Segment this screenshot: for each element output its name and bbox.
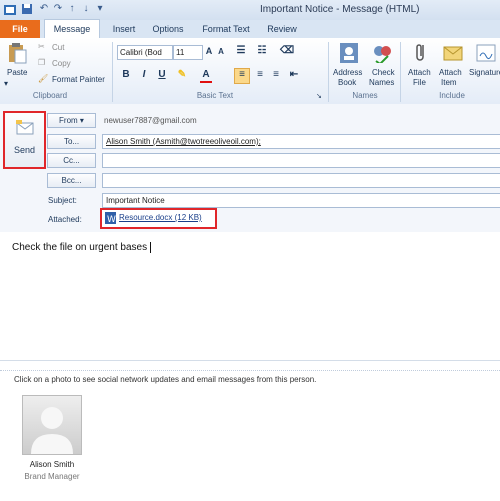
clipboard-group-label: Clipboard bbox=[32, 91, 68, 100]
from-label: From bbox=[59, 116, 78, 125]
paperclip-icon[interactable] bbox=[409, 41, 431, 63]
underline-button[interactable]: U bbox=[156, 69, 168, 81]
signature-icon[interactable] bbox=[474, 41, 496, 63]
numbering-icon[interactable]: ☷ bbox=[256, 45, 268, 57]
align-left-icon[interactable]: ≡ bbox=[234, 68, 250, 84]
person-silhouette-icon bbox=[31, 407, 73, 454]
attached-label: Attached: bbox=[48, 215, 82, 224]
from-value: newuser7887@gmail.com bbox=[104, 116, 197, 125]
cc-button[interactable]: Cc... bbox=[47, 153, 96, 168]
align-right-icon[interactable]: ≡ bbox=[270, 69, 282, 81]
title-bar: ↶ ↷ ↑ ↓ ▾ Important Notice - Message (HT… bbox=[0, 0, 500, 20]
text-cursor bbox=[150, 242, 152, 253]
subject-field[interactable]: Important Notice bbox=[102, 193, 500, 208]
paste-button[interactable]: Paste bbox=[7, 68, 27, 77]
attach-item-label[interactable]: Attach bbox=[439, 68, 462, 77]
body-content: Check the file on urgent bases bbox=[12, 242, 148, 253]
check-names-label[interactable]: Check bbox=[372, 68, 395, 77]
window-title: Important Notice - Message (HTML) bbox=[260, 4, 420, 15]
undo-icon[interactable]: ↶ bbox=[38, 3, 50, 15]
contact-name: Alison Smith bbox=[29, 460, 75, 469]
format-painter-icon: 🖌 bbox=[38, 74, 49, 83]
align-center-icon[interactable]: ≡ bbox=[254, 69, 266, 81]
word-document-icon: W bbox=[105, 212, 116, 224]
tab-insert[interactable]: Insert bbox=[104, 20, 144, 38]
ribbon-separator bbox=[400, 42, 401, 102]
body-text: Check the file on urgent bases bbox=[12, 242, 152, 253]
attach-file-label-2[interactable]: File bbox=[413, 78, 426, 87]
include-group-label: Include bbox=[439, 91, 465, 100]
cc-field[interactable] bbox=[102, 153, 500, 168]
up-arrow-icon[interactable]: ↑ bbox=[66, 3, 78, 15]
copy-button[interactable]: Copy bbox=[52, 59, 71, 68]
paste-icon[interactable] bbox=[6, 42, 28, 64]
ribbon-separator bbox=[328, 42, 329, 102]
bcc-button[interactable]: Bcc... bbox=[47, 173, 96, 188]
to-button[interactable]: To... bbox=[47, 134, 96, 149]
bullets-icon[interactable]: ☰ bbox=[235, 45, 247, 57]
people-pane-splitter[interactable] bbox=[0, 362, 500, 371]
grow-font-icon[interactable]: A bbox=[203, 45, 215, 57]
attach-item-label-2[interactable]: Item bbox=[441, 78, 457, 87]
names-group-label: Names bbox=[352, 91, 378, 100]
font-size-combo[interactable]: 11 bbox=[173, 45, 203, 60]
clear-formatting-icon[interactable]: ⌫ bbox=[280, 45, 294, 57]
send-envelope-icon bbox=[16, 120, 34, 135]
tab-message[interactable]: Message bbox=[44, 19, 100, 39]
bold-button[interactable]: B bbox=[120, 69, 132, 81]
scissors-icon: ✂ bbox=[38, 42, 45, 51]
attach-file-label[interactable]: Attach bbox=[408, 68, 431, 77]
save-icon[interactable] bbox=[21, 3, 33, 15]
ribbon-separator bbox=[112, 42, 113, 102]
bcc-field[interactable] bbox=[102, 173, 500, 188]
send-label: Send bbox=[13, 145, 36, 155]
contact-title: Brand Manager bbox=[24, 472, 80, 481]
format-painter-button[interactable]: Format Painter bbox=[52, 75, 105, 84]
from-button[interactable]: From ▾ bbox=[47, 113, 96, 128]
font-color-button[interactable]: A bbox=[200, 69, 212, 83]
check-names-icon[interactable] bbox=[370, 41, 392, 63]
people-pane-hint: Click on a photo to see social network u… bbox=[14, 375, 317, 384]
basic-text-group-label: Basic Text bbox=[196, 91, 234, 100]
to-field[interactable]: Alison Smith (Asmith@twotreeoliveoil.com… bbox=[102, 134, 500, 149]
tab-format-text[interactable]: Format Text bbox=[196, 20, 256, 38]
paste-dropdown-icon[interactable]: ▾ bbox=[4, 79, 8, 88]
attachment-item[interactable]: W Resource.docx (12 KB) bbox=[100, 208, 217, 229]
cut-button[interactable]: Cut bbox=[52, 43, 64, 52]
highlight-icon[interactable]: ✎ bbox=[176, 69, 188, 81]
tab-file[interactable]: File bbox=[0, 20, 40, 38]
copy-icon: ❐ bbox=[38, 58, 46, 67]
italic-button[interactable]: I bbox=[138, 69, 150, 81]
indent-icon[interactable]: ⇤ bbox=[288, 69, 300, 81]
send-button[interactable]: Send bbox=[3, 111, 46, 169]
outlook-icon bbox=[4, 5, 16, 15]
font-name-combo[interactable]: Calibri (Bod bbox=[117, 45, 173, 60]
attach-item-icon[interactable] bbox=[441, 41, 463, 63]
shrink-font-icon[interactable]: A bbox=[215, 46, 227, 58]
check-names-label-2[interactable]: Names bbox=[369, 78, 394, 87]
subject-label: Subject: bbox=[48, 196, 77, 205]
contact-photo[interactable] bbox=[22, 395, 82, 455]
address-book-label-2[interactable]: Book bbox=[338, 78, 356, 87]
tab-options[interactable]: Options bbox=[148, 20, 188, 38]
attachment-name: Resource.docx (12 KB) bbox=[119, 213, 202, 222]
down-arrow-icon[interactable]: ↓ bbox=[80, 3, 92, 15]
redo-icon[interactable]: ↷ bbox=[52, 3, 64, 15]
ribbon-tabs: File Message Insert Options Format Text … bbox=[0, 19, 500, 39]
address-book-icon[interactable] bbox=[337, 41, 359, 63]
address-book-label[interactable]: Address bbox=[333, 68, 362, 77]
svg-text:W: W bbox=[107, 215, 116, 224]
customize-toolbar-icon[interactable]: ▾ bbox=[94, 3, 106, 15]
dialog-launcher-icon[interactable]: ↘ bbox=[316, 92, 322, 100]
signature-label[interactable]: Signature bbox=[469, 68, 500, 77]
tab-review[interactable]: Review bbox=[262, 20, 302, 38]
